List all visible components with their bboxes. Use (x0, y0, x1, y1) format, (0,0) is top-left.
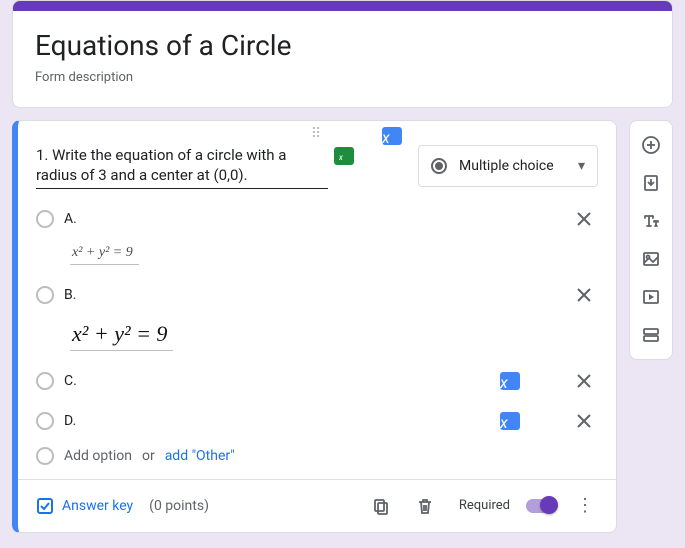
add-title-button[interactable] (633, 203, 669, 239)
add-section-button[interactable] (633, 317, 669, 353)
question-text[interactable]: 1. Write the equation of a circle with a… (36, 145, 328, 189)
option-equation[interactable]: x² + y² = 9 (70, 319, 173, 351)
import-icon (641, 173, 661, 193)
equation-tool-icon[interactable]: x (500, 372, 520, 390)
import-question-button[interactable] (633, 165, 669, 201)
question-type-label: Multiple choice (459, 158, 566, 174)
radio-icon (431, 158, 447, 174)
more-options-button[interactable]: ⋮ (572, 495, 598, 516)
remove-option-button[interactable] (570, 367, 598, 395)
add-option-button[interactable]: Add option (64, 448, 132, 464)
radio-empty-icon (36, 447, 54, 465)
remove-option-button[interactable] (570, 205, 598, 233)
add-question-button[interactable] (633, 127, 669, 163)
radio-empty-icon (36, 372, 54, 390)
equation-tool-icon[interactable]: x (500, 412, 520, 430)
section-icon (641, 325, 661, 345)
form-description[interactable]: Form description (35, 70, 650, 85)
header-accent (13, 1, 672, 11)
svg-text:x: x (500, 413, 508, 430)
option-row: D. x (36, 401, 598, 441)
copy-icon (372, 497, 390, 515)
option-row: C. x (36, 361, 598, 401)
check-icon (36, 497, 54, 515)
remove-option-button[interactable] (570, 281, 598, 309)
text-icon (641, 211, 661, 231)
trash-icon (416, 497, 434, 515)
add-other-button[interactable]: add "Other" (165, 448, 235, 464)
option-row: B. (36, 275, 598, 315)
add-video-button[interactable] (633, 279, 669, 315)
svg-text:x: x (382, 128, 390, 145)
points-label: (0 points) (149, 498, 209, 514)
form-title[interactable]: Equations of a Circle (35, 29, 650, 62)
duplicate-button[interactable] (367, 492, 395, 520)
add-image-button[interactable] (633, 241, 669, 277)
option-label[interactable]: D. (64, 413, 490, 429)
video-icon (641, 287, 661, 307)
remove-option-button[interactable] (570, 407, 598, 435)
radio-empty-icon (36, 210, 54, 228)
equation-badge-icon[interactable]: x (334, 147, 354, 165)
option-label[interactable]: A. (64, 211, 560, 227)
option-row: A. (36, 199, 598, 239)
required-label: Required (459, 498, 510, 513)
option-label[interactable]: C. (64, 373, 490, 389)
option-equation[interactable]: x² + y² = 9 (70, 243, 139, 265)
radio-empty-icon (36, 286, 54, 304)
drag-handle[interactable]: ⠿ (36, 129, 598, 145)
chevron-down-icon: ▾ (578, 158, 585, 174)
required-toggle[interactable] (526, 499, 556, 513)
answer-key-button[interactable]: Answer key (36, 497, 133, 515)
svg-text:x: x (500, 373, 508, 390)
svg-text:x: x (339, 153, 343, 161)
form-header-card: Equations of a Circle Form description (12, 0, 673, 108)
side-toolbar (629, 120, 673, 360)
image-icon (641, 249, 661, 269)
delete-button[interactable] (411, 492, 439, 520)
question-card: ⠿ 1. Write the equation of a circle with… (12, 120, 617, 533)
answer-key-label: Answer key (62, 498, 133, 514)
or-text: or (142, 448, 155, 464)
radio-empty-icon (36, 412, 54, 430)
plus-circle-icon (641, 135, 661, 155)
question-type-select[interactable]: Multiple choice ▾ (418, 145, 598, 187)
equation-tool-icon[interactable]: x (382, 127, 402, 145)
option-label[interactable]: B. (64, 287, 560, 303)
